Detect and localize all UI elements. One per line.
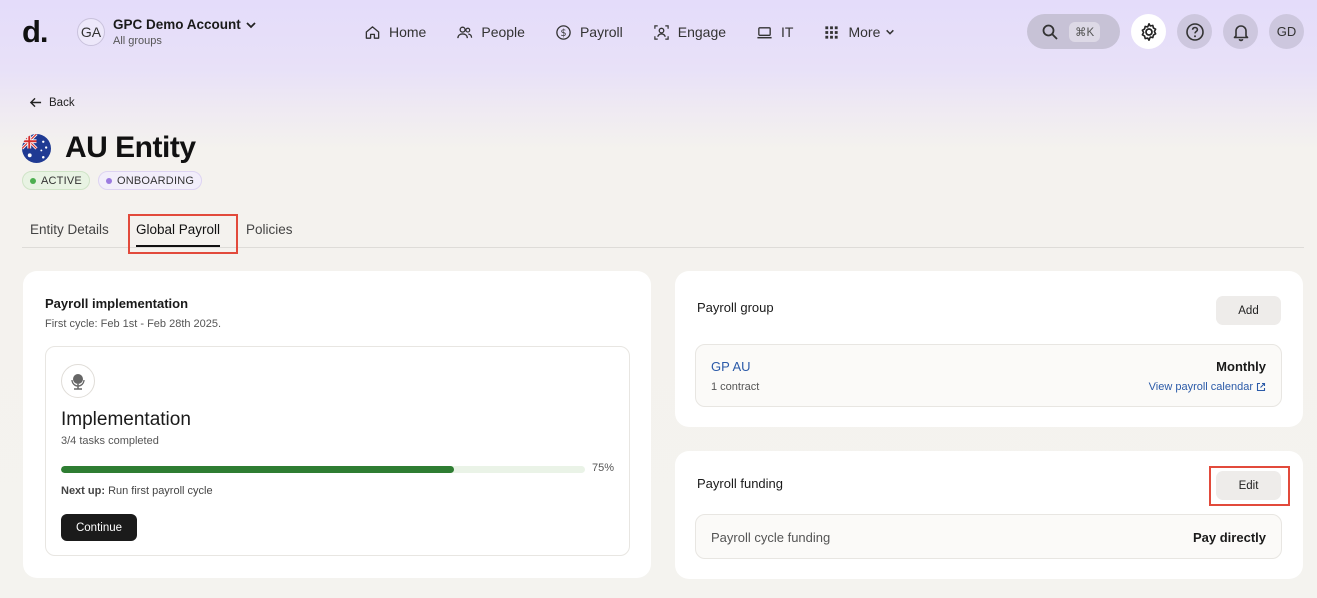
calendar-link-label: View payroll calendar bbox=[1148, 381, 1253, 393]
nav-item-home[interactable]: Home bbox=[364, 22, 426, 42]
gear-icon bbox=[1141, 22, 1156, 41]
progress-bar-fill bbox=[61, 466, 454, 473]
status-dot bbox=[105, 177, 112, 184]
search-button[interactable]: ⌘K bbox=[1027, 14, 1120, 49]
progress-percent: 75% bbox=[592, 462, 615, 474]
payroll-group-card: Payroll group Add GP AU 1 contract Month… bbox=[675, 271, 1303, 427]
account-name: GPC Demo Account bbox=[113, 17, 241, 32]
grid-icon bbox=[825, 25, 839, 39]
back-label: Back bbox=[49, 96, 75, 109]
settings-button[interactable] bbox=[1131, 14, 1166, 49]
chevron-down-icon bbox=[886, 29, 895, 35]
progress-bar bbox=[61, 466, 585, 473]
next-up-value: Run first payroll cycle bbox=[108, 485, 213, 497]
help-button[interactable] bbox=[1177, 14, 1212, 49]
tab-entity-details[interactable]: Entity Details bbox=[30, 222, 109, 245]
funding-row-label: Payroll cycle funding bbox=[711, 530, 831, 545]
implementation-panel: Implementation 3/4 tasks completed 75% N… bbox=[45, 346, 630, 556]
group-contracts-text: 1 contract bbox=[711, 381, 760, 393]
add-button[interactable]: Add bbox=[1216, 296, 1281, 325]
payroll-implementation-card: Payroll implementation First cycle: Feb … bbox=[23, 271, 651, 578]
account-avatar: GA bbox=[77, 18, 105, 46]
highlight-box-tab bbox=[128, 214, 238, 254]
home-icon bbox=[365, 25, 380, 39]
badge-label: ONBOARDING bbox=[116, 174, 195, 187]
australia-flag-icon bbox=[22, 133, 51, 163]
main-nav: Home People $ Payroll Engage IT More bbox=[364, 22, 925, 42]
search-shortcut: ⌘K bbox=[1069, 21, 1101, 42]
dollar-circle-icon: $ bbox=[556, 24, 571, 40]
nav-item-label: Engage bbox=[677, 24, 727, 40]
card-title: Payroll funding bbox=[697, 476, 783, 491]
status-badge-onboarding: ONBOARDING bbox=[97, 171, 203, 190]
page-title: AU Entity bbox=[65, 131, 196, 164]
group-name-link[interactable]: GP AU bbox=[711, 359, 751, 374]
header-tools: ⌘K GD bbox=[1027, 14, 1304, 49]
nav-item-label: More bbox=[848, 24, 881, 40]
implementation-heading: Implementation bbox=[61, 409, 191, 430]
account-switcher[interactable]: GA GPC Demo Account All groups bbox=[77, 17, 257, 47]
group-frequency: Monthly bbox=[1216, 359, 1266, 374]
arrow-left-icon bbox=[29, 97, 42, 108]
tasks-completed-text: 3/4 tasks completed bbox=[61, 435, 159, 447]
svg-text:$: $ bbox=[560, 27, 566, 38]
next-up-line: Next up: Run first payroll cycle bbox=[61, 485, 213, 497]
tab-policies[interactable]: Policies bbox=[246, 222, 293, 245]
help-icon bbox=[1185, 22, 1204, 41]
status-dot bbox=[30, 177, 36, 184]
continue-button[interactable]: Continue bbox=[61, 514, 137, 541]
status-badge-active: ACTIVE bbox=[22, 171, 90, 190]
implementation-icon-wrap bbox=[61, 364, 95, 398]
nav-item-label: IT bbox=[781, 24, 794, 40]
back-link[interactable]: Back bbox=[29, 96, 75, 109]
nav-item-label: Home bbox=[389, 24, 427, 40]
nav-item-people[interactable]: People bbox=[456, 22, 525, 42]
nav-item-it[interactable]: IT bbox=[756, 22, 793, 42]
highlight-box-edit bbox=[1209, 466, 1290, 506]
card-title: Payroll group bbox=[697, 300, 774, 315]
implementation-icon bbox=[71, 374, 85, 390]
notifications-button[interactable] bbox=[1223, 14, 1258, 49]
user-avatar-button[interactable]: GD bbox=[1269, 14, 1304, 49]
payroll-group-row[interactable]: GP AU 1 contract Monthly View payroll ca… bbox=[695, 344, 1282, 407]
first-cycle-text: First cycle: Feb 1st - Feb 28th 2025. bbox=[45, 318, 222, 330]
search-icon bbox=[1042, 24, 1058, 40]
chevron-down-icon bbox=[246, 21, 256, 28]
status-badges: ACTIVE ONBOARDING bbox=[22, 171, 203, 190]
top-navigation-bar: d. GA GPC Demo Account All groups Home P… bbox=[0, 0, 1317, 64]
view-payroll-calendar-link[interactable]: View payroll calendar bbox=[1149, 381, 1266, 393]
nav-item-payroll[interactable]: $ Payroll bbox=[555, 22, 623, 42]
logo[interactable]: d. bbox=[22, 14, 49, 50]
external-link-icon bbox=[1256, 382, 1266, 392]
engage-icon bbox=[654, 24, 669, 40]
funding-row-value: Pay directly bbox=[1193, 530, 1266, 545]
bell-icon bbox=[1233, 24, 1248, 41]
account-subtitle: All groups bbox=[113, 35, 162, 47]
people-icon bbox=[457, 26, 473, 38]
next-up-label: Next up: bbox=[61, 485, 105, 497]
page-heading: AU Entity bbox=[22, 131, 196, 165]
badge-label: ACTIVE bbox=[41, 174, 82, 187]
nav-item-label: People bbox=[481, 24, 525, 40]
payroll-funding-row: Payroll cycle funding Pay directly bbox=[695, 514, 1282, 559]
card-title: Payroll implementation bbox=[45, 296, 189, 311]
laptop-icon bbox=[757, 26, 772, 38]
nav-item-label: Payroll bbox=[579, 24, 623, 40]
nav-item-engage[interactable]: Engage bbox=[653, 22, 726, 42]
nav-item-more[interactable]: More bbox=[823, 22, 895, 42]
